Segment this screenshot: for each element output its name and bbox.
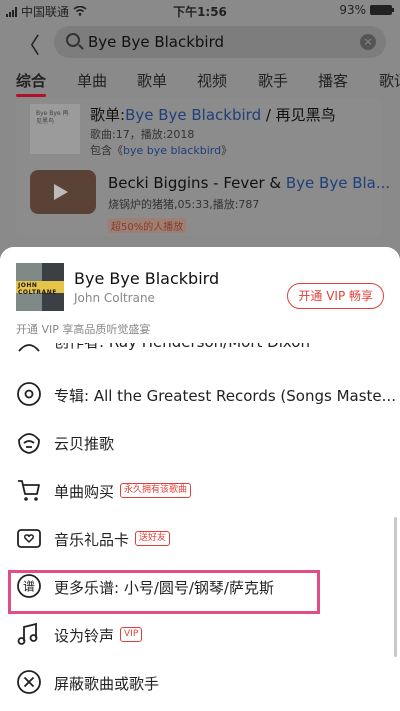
playlist-title-suffix: / 再见黑鸟: [261, 106, 336, 124]
video-title-highlight: Bye Bye Bla...: [285, 174, 391, 192]
playlist-contains: 包含《bye bye blackbird》: [90, 142, 232, 158]
battery-icon: [370, 5, 394, 15]
search-query[interactable]: Bye Bye Blackbird: [88, 33, 224, 51]
cart-icon: [16, 477, 42, 503]
menu-item-block[interactable]: 屏蔽歌曲或歌手: [0, 659, 400, 707]
play-icon: [54, 184, 68, 200]
video-badge: 超50%的人播放: [108, 218, 187, 233]
gift-card-icon: [16, 525, 42, 551]
tab-videos[interactable]: 视频: [197, 70, 227, 91]
album-art: JOHN COLTRANE: [16, 263, 64, 311]
album-art-text: JOHN COLTRANE: [18, 282, 57, 296]
vip-hint: 开通 VIP 享高品质听觉盛宴: [16, 323, 151, 336]
tab-songs[interactable]: 单曲: [77, 70, 107, 91]
video-thumbnail[interactable]: [30, 170, 96, 214]
status-right: 93%: [339, 3, 394, 17]
menu-label-buy-single: 单曲购买 永久拥有该歌曲: [54, 481, 192, 502]
menu-label-album: 专辑: All the Greatest Records (Songs Mast…: [54, 387, 396, 405]
menu-item-ringtone[interactable]: 设为铃声 VIP: [0, 611, 400, 659]
tab-podcasts[interactable]: 播客: [318, 70, 348, 91]
tab-playlists[interactable]: 歌单: [137, 70, 167, 91]
menu-label-ringtone: 设为铃声 VIP: [54, 625, 143, 646]
contains-highlight: bye bye blackbird: [123, 144, 222, 157]
result-tabs: 综合 单曲 歌单 视频 歌手 播客 歌词: [0, 70, 400, 97]
menu-label-block: 屏蔽歌曲或歌手: [54, 675, 160, 693]
ringtone-text: 设为铃声: [54, 627, 115, 645]
playlist-prefix: 歌单:: [90, 106, 126, 124]
song-action-sheet: JOHN COLTRANE Bye Bye Blackbird John Col…: [0, 247, 400, 711]
vip-subscribe-button[interactable]: 开通 VIP 畅享: [287, 283, 384, 309]
menu-item-cloud-recommend[interactable]: 云贝推歌: [0, 419, 400, 467]
menu-label-cloud-recommend: 云贝推歌: [54, 435, 115, 453]
playlist-meta: 歌曲:17，播放:2018: [90, 128, 195, 141]
buy-single-tag: 永久拥有该歌曲: [120, 483, 192, 498]
search-input[interactable]: Bye Bye Blackbird ×: [54, 26, 386, 58]
clear-search-button[interactable]: ×: [360, 34, 376, 50]
block-icon: [16, 669, 42, 695]
song-title: Bye Bye Blackbird: [74, 269, 220, 288]
gift-card-tag: 送好友: [135, 531, 171, 546]
tab-lyrics[interactable]: 歌词: [379, 70, 400, 91]
ringtone-icon: [16, 621, 42, 647]
sheet-song-header: JOHN COLTRANE Bye Bye Blackbird John Col…: [0, 247, 400, 343]
search-row: 〈 Bye Bye Blackbird ×: [0, 24, 400, 60]
scrollbar[interactable]: [394, 517, 397, 657]
status-bar: 中国联通 下午1:56 93%: [0, 0, 400, 20]
contains-suffix: 》: [221, 144, 233, 157]
tab-artists[interactable]: 歌手: [258, 70, 288, 91]
results-card: Bye Bye 再见黑鸟 歌单:Bye Bye Blackbird / 再见黑鸟…: [16, 98, 390, 236]
contains-prefix: 包含《: [90, 144, 123, 157]
video-title-prefix: Becki Biggins - Fever &: [108, 174, 286, 192]
ringtone-vip-tag: VIP: [120, 627, 143, 642]
video-title[interactable]: Becki Biggins - Fever & Bye Bye Bla...: [108, 174, 390, 192]
tab-comprehensive[interactable]: 综合: [16, 70, 47, 97]
playlist-title[interactable]: 歌单:Bye Bye Blackbird / 再见黑鸟: [90, 104, 336, 125]
menu-item-album[interactable]: 专辑: All the Greatest Records (Songs Mast…: [0, 371, 400, 419]
back-button[interactable]: 〈: [18, 28, 40, 60]
battery-percent: 93%: [339, 3, 366, 17]
menu-item-buy-single[interactable]: 单曲购买 永久拥有该歌曲: [0, 467, 400, 515]
gift-card-text: 音乐礼品卡: [54, 531, 130, 549]
album-disc-icon: [16, 381, 42, 407]
song-artist[interactable]: John Coltrane: [74, 291, 155, 305]
playlist-cover[interactable]: Bye Bye 再见黑鸟: [30, 104, 80, 154]
menu-item-gift-card[interactable]: 音乐礼品卡 送好友: [0, 515, 400, 563]
buy-single-text: 单曲购买: [54, 483, 115, 501]
cloud-shell-icon: [16, 429, 42, 455]
playlist-title-highlight: Bye Bye Blackbird: [125, 106, 262, 124]
menu-label-gift-card: 音乐礼品卡 送好友: [54, 529, 171, 550]
search-icon: [66, 33, 80, 47]
video-meta: 烧锅炉的猪猪,05:33,播放:787: [108, 198, 260, 211]
highlight-box: [8, 570, 320, 614]
